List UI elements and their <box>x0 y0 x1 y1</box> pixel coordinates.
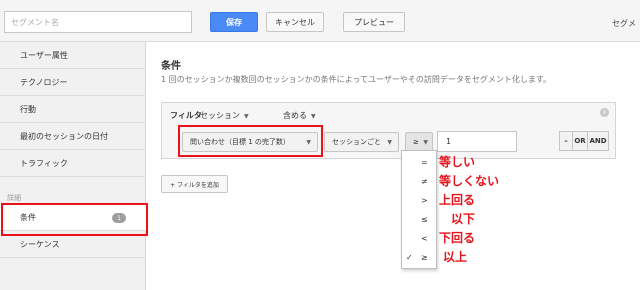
remove-condition-button[interactable]: – <box>559 131 573 151</box>
operator-option-greater-equal[interactable]: ✓ ≥ <box>402 250 438 267</box>
sidebar-section-advanced: 詳細 <box>7 194 21 202</box>
sidebar-item-label: ユーザー属性 <box>20 50 68 60</box>
operator-symbol: ≠ <box>421 177 428 186</box>
preview-button[interactable]: プレビュー <box>343 12 405 32</box>
operator-menu: = ≠ > ≤ < ✓ ≥ <box>401 150 437 269</box>
sidebar-item-label: シーケンス <box>20 239 60 249</box>
sidebar-item-demographics[interactable]: ユーザー属性 <box>0 42 146 69</box>
sidebar-item-traffic[interactable]: トラフィック <box>0 150 146 177</box>
annotation-equal: 等しい <box>439 155 476 169</box>
operator-symbol: > <box>421 196 428 205</box>
highlight-box-conditions <box>1 203 148 236</box>
operator-option-greater[interactable]: > <box>402 193 438 210</box>
chevron-down-icon: ▼ <box>244 113 249 120</box>
value-input[interactable] <box>437 131 517 152</box>
sidebar-item-first-session-date[interactable]: 最初のセッションの日付 <box>0 123 146 150</box>
sidebar-item-technology[interactable]: テクノロジー <box>0 69 146 96</box>
check-icon: ✓ <box>406 253 413 262</box>
page-description: 1 回のセッションか複数回のセッションかの条件によってユーザーやその訪問データを… <box>161 75 552 84</box>
annotation-greater-equal: 以上 <box>443 250 468 264</box>
highlight-box-metric <box>178 125 323 157</box>
or-button[interactable]: OR <box>572 131 588 151</box>
per-scope-dropdown[interactable]: セッションごと ▼ <box>324 132 399 152</box>
operator-option-less-equal[interactable]: ≤ <box>402 212 438 229</box>
sidebar-item-label: 行動 <box>20 104 36 114</box>
sidebar-item-label: テクノロジー <box>20 77 68 87</box>
top-toolbar: 保存 キャンセル プレビュー セグメ <box>0 0 640 42</box>
operator-symbol: = <box>421 158 428 167</box>
annotation-not-equal: 等しくない <box>439 174 500 188</box>
operator-symbol: < <box>421 234 428 243</box>
sidebar-item-behavior[interactable]: 行動 <box>0 96 146 123</box>
chevron-down-icon: ▼ <box>311 113 316 120</box>
annotation-less: 下回る <box>439 231 476 245</box>
filter-scope-value: セッション <box>200 111 240 120</box>
filter-label: フィルタ <box>170 111 202 120</box>
operator-symbol: ≥ <box>421 253 428 262</box>
annotation-less-equal: 以下 <box>451 212 476 226</box>
operator-dropdown[interactable]: ≥ ▼ <box>405 132 433 152</box>
segment-name-input[interactable] <box>4 11 192 33</box>
filter-mode-value: 含める <box>283 111 307 120</box>
chevron-down-icon: ▼ <box>387 138 392 146</box>
operator-value: ≥ <box>413 138 419 146</box>
add-filter-button[interactable]: + フィルタを追加 <box>161 175 228 193</box>
segment-menu-label[interactable]: セグメ <box>612 18 640 29</box>
sidebar: ユーザー属性 テクノロジー 行動 最初のセッションの日付 トラフィック 詳細 条… <box>0 42 146 290</box>
cancel-button[interactable]: キャンセル <box>266 12 324 32</box>
page-title: 条件 <box>161 61 181 72</box>
filter-mode-dropdown[interactable]: 含める ▼ <box>283 110 316 121</box>
operator-option-not-equal[interactable]: ≠ <box>402 174 438 191</box>
close-icon[interactable]: × <box>600 108 609 117</box>
filter-scope-dropdown[interactable]: セッション ▼ <box>200 110 249 121</box>
sidebar-item-label: トラフィック <box>20 158 68 168</box>
operator-symbol: ≤ <box>421 215 428 224</box>
save-button[interactable]: 保存 <box>210 12 258 32</box>
annotation-greater: 上回る <box>439 193 476 207</box>
operator-option-less[interactable]: < <box>402 231 438 248</box>
chevron-down-icon: ▼ <box>423 138 428 146</box>
per-scope-value: セッションごと <box>332 138 381 146</box>
and-button[interactable]: AND <box>587 131 609 151</box>
operator-option-equal[interactable]: = <box>402 155 438 172</box>
sidebar-item-label: 最初のセッションの日付 <box>20 131 108 141</box>
